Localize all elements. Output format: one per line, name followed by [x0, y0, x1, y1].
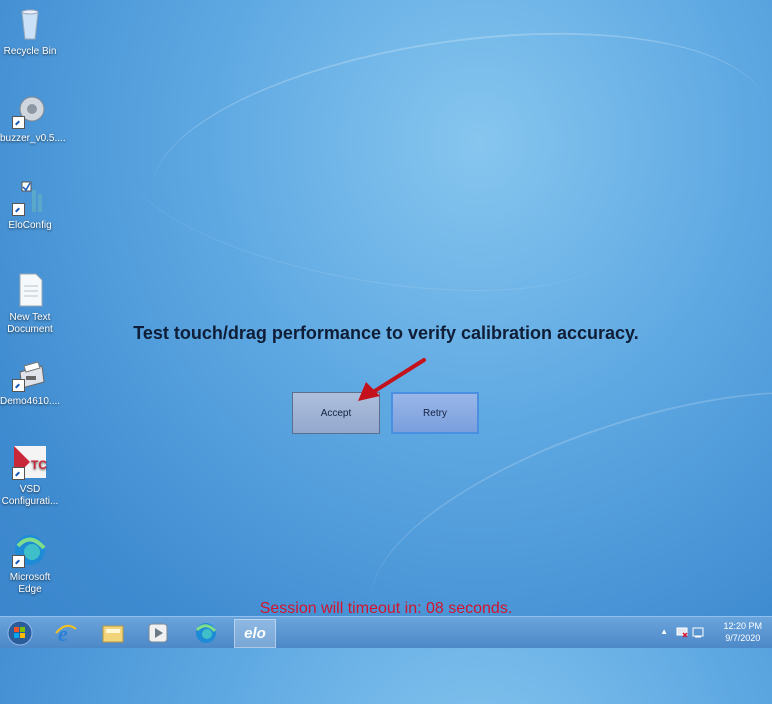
desktop-icon-label: Microsoft Edge	[9, 572, 51, 595]
volume-icon[interactable]	[692, 626, 704, 638]
file-explorer-icon[interactable]	[95, 619, 131, 646]
printer-icon	[12, 356, 48, 392]
desktop-icon-vsd-configuration[interactable]: TC VSD Configurati...	[0, 444, 60, 508]
clock-time: 12:20 PM	[723, 621, 762, 631]
red-arrow-icon	[358, 358, 426, 401]
desktop-icon-label: buzzer_v0.5....	[0, 133, 66, 144]
desktop-icon-label: Demo4610....	[0, 396, 61, 407]
elo-label: elo	[244, 625, 266, 642]
text-document-icon	[12, 272, 48, 308]
desktop-icon-buzzer[interactable]: buzzer_v0.5....	[0, 93, 66, 145]
taskbar: e elo ▲ 12:20 PM 9/7/2020	[0, 616, 772, 648]
desktop-icon-label: Recycle Bin	[3, 46, 57, 57]
edge-icon[interactable]	[188, 619, 224, 646]
edge-icon	[12, 532, 48, 568]
speaker-icon	[12, 93, 48, 129]
media-player-icon[interactable]	[140, 619, 176, 646]
internet-explorer-icon[interactable]: e	[48, 619, 84, 646]
desktop-icon-microsoft-edge[interactable]: Microsoft Edge	[0, 532, 60, 596]
elo-icon[interactable]: elo	[234, 619, 276, 648]
elo-config-icon	[12, 180, 48, 216]
svg-text:e: e	[58, 621, 68, 645]
desktop-icon-eloconfig[interactable]: EloConfig	[0, 180, 60, 232]
desktop-icon-recycle-bin[interactable]: Recycle Bin	[0, 6, 60, 58]
desktop-icon-label: EloConfig	[8, 220, 52, 231]
vsd-config-icon: TC	[12, 444, 48, 480]
calibration-message: Test touch/drag performance to verify ca…	[133, 323, 639, 343]
taskbar-clock[interactable]: 12:20 PM 9/7/2020	[723, 620, 762, 644]
clock-date: 9/7/2020	[725, 633, 761, 643]
recycle-bin-icon	[12, 6, 48, 42]
desktop-icon-demo4610[interactable]: Demo4610....	[0, 356, 60, 408]
svg-text:TC: TC	[31, 458, 47, 472]
desktop-icon-label: VSD Configurati...	[1, 484, 59, 507]
show-hidden-icons-icon[interactable]: ▲	[660, 627, 668, 636]
network-icon[interactable]	[676, 626, 688, 638]
start-button[interactable]	[2, 619, 38, 646]
